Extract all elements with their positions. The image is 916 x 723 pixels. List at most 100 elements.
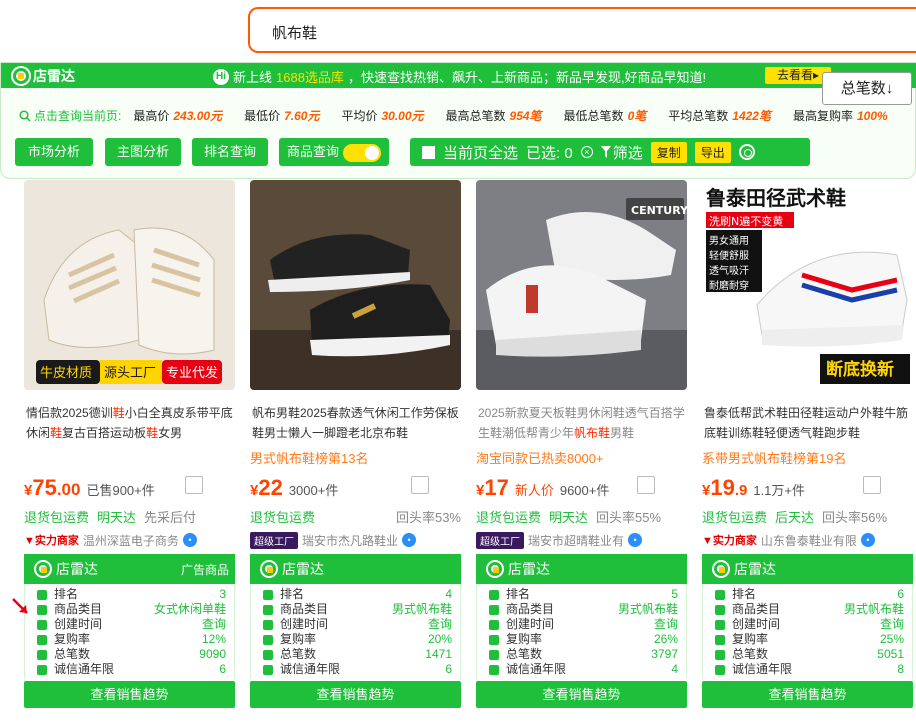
shop-row[interactable]: ▼实力商家 山东鲁泰鞋业有限 • bbox=[702, 531, 913, 549]
stat-avg-orders: 平均总笔数 1422笔 bbox=[668, 109, 771, 123]
shop-name[interactable]: 瑞安市超晴鞋业有 bbox=[528, 532, 624, 549]
shop-row[interactable]: ▼实力商家 温州深蓝电子商务 • bbox=[24, 531, 235, 549]
product-card[interactable]: 牛皮材质 源头工厂 专业代发 情侣款2025德训鞋小白全真皮系带平底休闲鞋复古百… bbox=[24, 180, 235, 708]
orders-icon bbox=[489, 649, 499, 660]
clock-icon bbox=[489, 619, 499, 630]
metric-create-time: 创建时间 查询 bbox=[489, 617, 678, 632]
svg-text:源头工厂: 源头工厂 bbox=[104, 366, 156, 381]
select-checkbox[interactable] bbox=[185, 476, 203, 494]
copy-button[interactable]: 复制 bbox=[650, 141, 687, 163]
chat-icon[interactable]: • bbox=[860, 533, 875, 547]
shop-row[interactable]: 超级工厂 瑞安市杰凡路鞋业 • bbox=[250, 531, 461, 549]
svg-text:男女通用: 男女通用 bbox=[709, 234, 749, 247]
metric-create-time: 创建时间 查询 bbox=[715, 617, 904, 632]
chat-icon[interactable]: • bbox=[182, 533, 197, 547]
metric-repurchase: 复购率 20% bbox=[263, 632, 452, 647]
select-all-label[interactable]: 当前页全选 bbox=[443, 142, 518, 163]
shop-name[interactable]: 山东鲁泰鞋业有限 bbox=[761, 532, 857, 549]
product-query-toggle[interactable] bbox=[343, 143, 381, 162]
clear-selection-icon[interactable]: × bbox=[580, 146, 593, 158]
chat-icon[interactable]: • bbox=[628, 533, 643, 547]
product-title[interactable]: 鲁泰低帮武术鞋田径鞋运动户外鞋牛筋底鞋训练鞋轻便透气鞋跑步鞋 bbox=[702, 403, 913, 445]
product-card[interactable]: 帆布男鞋2025春款透气休闲工作劳保板鞋男士懒人一脚蹬老北京布鞋 男式帆布鞋榜第… bbox=[250, 180, 461, 708]
users-icon bbox=[263, 664, 273, 675]
product-card[interactable]: 鲁泰田径武术鞋 洗刷N遍不变黄 男女通用 轻便舒服 透气吸汗 耐磨耐穿 断底换新… bbox=[702, 180, 913, 708]
svg-text:洗刷N遍不变黄: 洗刷N遍不变黄 bbox=[709, 214, 783, 228]
metric-years: 诚信通年限 8 bbox=[715, 662, 904, 677]
product-card[interactable]: CENTURY 2025新款夏天板鞋男休闲鞋透气百搭学生鞋潮低帮青少年帆布鞋男鞋… bbox=[476, 180, 687, 708]
select-checkbox[interactable] bbox=[863, 476, 881, 494]
svg-text:耐磨耐穿: 耐磨耐穿 bbox=[709, 279, 749, 292]
sort-total-orders-button[interactable]: 总笔数↓ bbox=[822, 72, 912, 105]
sold-count: 1.1万+件 bbox=[753, 483, 806, 498]
sales-trend-button[interactable]: 查看销售趋势 bbox=[702, 681, 913, 708]
dianleida-metrics: 排名 6 商品类目 男式帆布鞋 创建时间 查询 复购率 25% 总笔数 5051 诚信通年… bbox=[702, 584, 913, 679]
rank-query-button[interactable]: 排名查询 bbox=[192, 138, 268, 166]
metric-total: 总笔数 5051 bbox=[715, 647, 904, 662]
svg-text:CENTURY: CENTURY bbox=[631, 204, 687, 217]
settings-icon[interactable] bbox=[738, 144, 755, 160]
announcement-highlight[interactable]: 1688选品库 bbox=[276, 67, 344, 86]
chat-icon[interactable]: • bbox=[402, 533, 417, 547]
users-icon bbox=[489, 664, 499, 675]
trophy-icon bbox=[263, 589, 273, 600]
product-image[interactable] bbox=[250, 180, 461, 390]
product-image[interactable]: 鲁泰田径武术鞋 洗刷N遍不变黄 男女通用 轻便舒服 透气吸汗 耐磨耐穿 断底换新 bbox=[702, 180, 913, 390]
svg-text:牛皮材质: 牛皮材质 bbox=[40, 366, 92, 381]
brand-name: 店雷达 bbox=[33, 68, 75, 84]
trophy-icon bbox=[37, 589, 47, 600]
shop-name[interactable]: 温州深蓝电子商务 bbox=[83, 532, 179, 549]
rank-line[interactable]: 男式帆布鞋榜第13名 bbox=[250, 448, 461, 468]
power-merchant-badge: ▼实力商家 bbox=[24, 535, 79, 547]
users-icon bbox=[37, 664, 47, 675]
repeat-icon bbox=[37, 634, 47, 645]
search-box[interactable]: 帆布鞋 bbox=[248, 7, 916, 53]
select-checkbox[interactable] bbox=[411, 476, 429, 494]
announcement-prefix: 新上线 bbox=[233, 70, 273, 85]
product-title[interactable]: 2025新款夏天板鞋男休闲鞋透气百搭学生鞋潮低帮青少年帆布鞋男鞋 bbox=[476, 403, 687, 445]
svg-text:专业代发: 专业代发 bbox=[166, 365, 218, 381]
dianleida-logo-icon bbox=[488, 562, 502, 576]
metric-repurchase: 复购率 12% bbox=[37, 632, 226, 647]
export-button[interactable]: 导出 bbox=[694, 141, 731, 163]
orders-icon bbox=[37, 649, 47, 660]
dianleida-metrics: 排名 5 商品类目 男式帆布鞋 创建时间 查询 复购率 26% 总笔数 3797 诚信通年… bbox=[476, 584, 687, 679]
new-user-price-tag: 新人价 bbox=[514, 483, 554, 498]
sneaker-image-icon: CENTURY bbox=[476, 180, 687, 390]
sold-count: 3000+件 bbox=[288, 483, 339, 498]
dianleida-logo-icon bbox=[36, 562, 50, 576]
query-hint[interactable]: 点击查询当前页: bbox=[19, 107, 121, 124]
price-row: ¥19.9 1.1万+件 bbox=[702, 475, 913, 503]
sales-trend-button[interactable]: 查看销售趋势 bbox=[24, 681, 235, 708]
plugin-topbar: 店雷达 Hi 新上线 1688选品库 ，快速查找热销、飙升、上新商品；新品早发现… bbox=[1, 63, 916, 88]
metric-total: 总笔数 1471 bbox=[263, 647, 452, 662]
service-tags: 退货包运费 回头率53% bbox=[250, 510, 461, 525]
product-query-button[interactable]: 商品查询 bbox=[279, 138, 389, 166]
svg-text:断底换新: 断底换新 bbox=[826, 359, 894, 380]
stat-max-price: 最高价 243.00元 bbox=[133, 109, 223, 123]
product-title[interactable]: 帆布男鞋2025春款透气休闲工作劳保板鞋男士懒人一脚蹬老北京布鞋 bbox=[250, 403, 461, 445]
main-image-analysis-button[interactable]: 主图分析 bbox=[105, 138, 181, 166]
metric-rank: 排名 5 bbox=[489, 587, 678, 602]
category-icon bbox=[263, 604, 273, 615]
repeat-icon bbox=[489, 634, 499, 645]
service-tags: 退货包运费 明天达 回头率55% bbox=[476, 510, 662, 525]
metric-rank: 排名 6 bbox=[715, 587, 904, 602]
product-title[interactable]: 情侣款2025德训鞋小白全真皮系带平底休闲鞋复古百搭运动板鞋女男 bbox=[24, 403, 235, 445]
price-row: ¥17 新人价 9600+件 bbox=[476, 475, 687, 503]
select-all-checkbox[interactable] bbox=[422, 145, 435, 159]
sales-trend-button[interactable]: 查看销售趋势 bbox=[476, 681, 687, 708]
product-image[interactable]: CENTURY bbox=[476, 180, 687, 390]
slip-on-shoe-image-icon bbox=[250, 180, 461, 390]
sales-trend-button[interactable]: 查看销售趋势 bbox=[250, 681, 461, 708]
search-input[interactable]: 帆布鞋 bbox=[272, 22, 317, 43]
category-icon bbox=[37, 604, 47, 615]
metric-create-time: 创建时间 查询 bbox=[37, 617, 226, 632]
shop-name[interactable]: 瑞安市杰凡路鞋业 bbox=[302, 532, 398, 549]
product-image[interactable]: 牛皮材质 源头工厂 专业代发 bbox=[24, 180, 235, 390]
filter-button[interactable]: 筛选 bbox=[600, 142, 643, 163]
shop-row[interactable]: 超级工厂 瑞安市超晴鞋业有 • bbox=[476, 531, 687, 549]
market-analysis-button[interactable]: 市场分析 bbox=[15, 138, 93, 166]
select-checkbox[interactable] bbox=[637, 476, 655, 494]
rank-line[interactable]: 系带男式帆布鞋榜第19名 bbox=[702, 448, 913, 468]
